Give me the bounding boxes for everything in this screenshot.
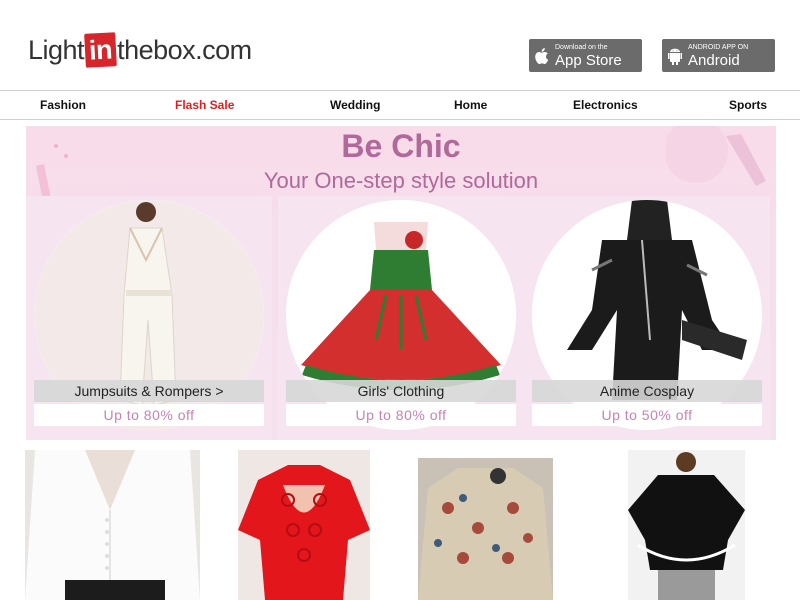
card-label: Anime Cosplay: [532, 380, 762, 402]
banner-subtitle: Your One-step style solution: [263, 168, 539, 193]
banner-header: Be Chic Your One-step style solution: [26, 126, 776, 216]
android-small-text: ANDROID APP ON: [688, 43, 749, 51]
logo-text-in: in: [84, 32, 117, 68]
card-offer: Up to 80% off: [286, 404, 516, 426]
category-card-jumpsuits[interactable]: Jumpsuits & Rompers > Up to 80% off: [26, 196, 272, 440]
product-black-chiffon-top[interactable]: [628, 450, 745, 600]
logo-text-thebox: thebox.com: [117, 34, 252, 65]
android-icon: [662, 46, 688, 66]
nav-flash-sale[interactable]: Flash Sale: [175, 98, 234, 112]
android-big-text: Android: [688, 51, 740, 69]
card-offer: Up to 80% off: [34, 404, 264, 426]
app-store-button[interactable]: Download on the App Store: [529, 39, 642, 72]
card-label: Jumpsuits & Rompers >: [34, 380, 264, 402]
product-white-blouse[interactable]: [25, 450, 200, 600]
product-floral-blouse[interactable]: [418, 458, 553, 600]
android-button[interactable]: ANDROID APP ON Android: [662, 39, 775, 72]
site-logo[interactable]: Light in thebox.com: [28, 32, 252, 68]
main-nav: Fashion Flash Sale Wedding Home Electron…: [0, 90, 800, 120]
card-label: Girls' Clothing: [286, 380, 516, 402]
nav-wedding[interactable]: Wedding: [330, 98, 380, 112]
promo-banner[interactable]: Be Chic Your One-step style solution Jum…: [26, 126, 776, 440]
category-card-anime-cosplay[interactable]: Anime Cosplay Up to 50% off: [524, 196, 770, 440]
app-store-small-text: Download on the: [555, 43, 608, 51]
app-store-big-text: App Store: [555, 51, 622, 69]
nav-home[interactable]: Home: [454, 98, 487, 112]
nav-electronics[interactable]: Electronics: [573, 98, 638, 112]
logo-text-light: Light: [28, 34, 85, 65]
nav-sports[interactable]: Sports: [729, 98, 767, 112]
banner-title: Be Chic: [341, 128, 461, 164]
nav-fashion[interactable]: Fashion: [40, 98, 86, 112]
card-offer: Up to 50% off: [532, 404, 762, 426]
category-card-girls-clothing[interactable]: Girls' Clothing Up to 80% off: [278, 196, 524, 440]
product-red-lace-top[interactable]: [238, 450, 370, 600]
apple-icon: [529, 46, 555, 66]
